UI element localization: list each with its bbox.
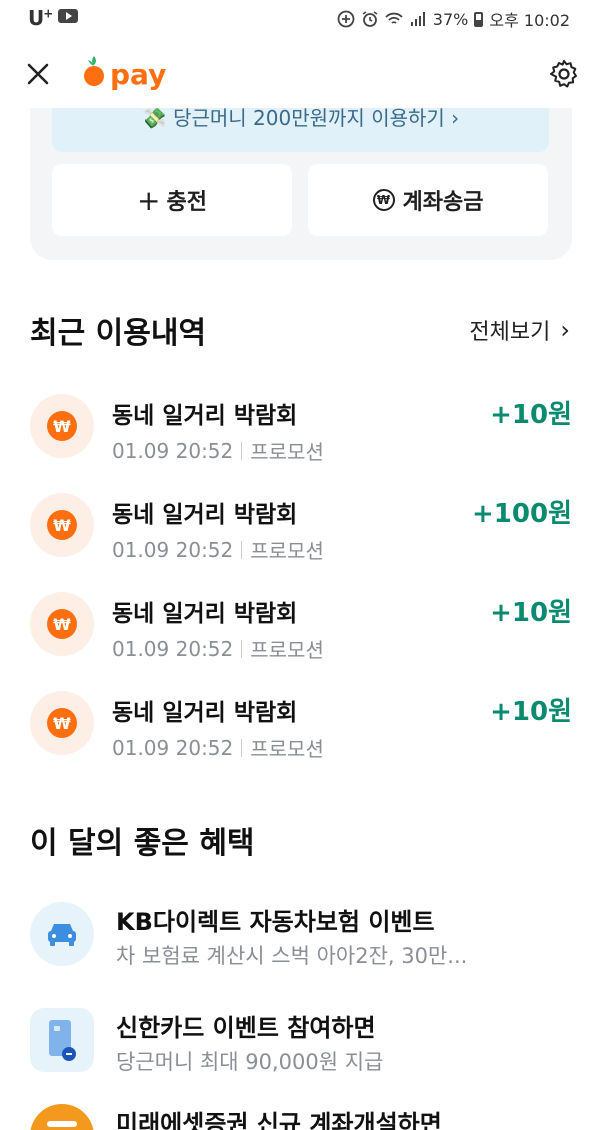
won-icon: ₩ bbox=[47, 510, 77, 540]
battery-icon bbox=[474, 11, 484, 27]
benefit-description: 당근머니 최대 90,000원 지급 bbox=[116, 1050, 384, 1074]
mirae-asset-icon bbox=[47, 1121, 77, 1127]
balance-card: 💸 당근머니 200만원까지 이용하기 › + 충전 ₩ 계좌송금 bbox=[30, 108, 572, 260]
transaction-type: 프로모션 bbox=[250, 440, 324, 464]
transaction-icon: ₩ bbox=[30, 493, 94, 557]
youtube-notification-icon bbox=[58, 9, 78, 23]
divider bbox=[241, 738, 243, 757]
transaction-meta: 01.09 20:52 프로모션 bbox=[112, 436, 324, 465]
chevron-right-icon: › bbox=[560, 316, 570, 344]
transaction-title: 동네 일거리 박람회 bbox=[112, 403, 298, 429]
transaction-meta: 01.09 20:52 프로모션 bbox=[112, 634, 324, 663]
add-circle-icon bbox=[337, 10, 355, 28]
transaction-type: 프로모션 bbox=[250, 539, 324, 563]
won-icon: ₩ bbox=[47, 411, 77, 441]
car-icon bbox=[48, 924, 76, 946]
carrier-label: U+ bbox=[28, 6, 53, 30]
signal-icon bbox=[410, 12, 425, 26]
close-icon[interactable] bbox=[22, 58, 54, 90]
plus-icon: + bbox=[137, 183, 161, 217]
transaction-date: 01.09 20:52 bbox=[112, 438, 234, 463]
benefit-item[interactable]: 신한카드 이벤트 참여하면 당근머니 최대 90,000원 지급 bbox=[0, 1002, 600, 1088]
alarm-icon bbox=[362, 11, 378, 27]
benefit-item[interactable]: KB다이렉트 자동차보험 이벤트 차 보험료 계산시 스벅 아아2잔, 30만.… bbox=[0, 896, 600, 982]
card-icon bbox=[49, 1020, 76, 1061]
won-icon: ₩ bbox=[372, 189, 395, 211]
benefits-title: 이 달의 좋은 혜택 bbox=[30, 826, 255, 861]
clock: 오후 10:02 bbox=[489, 11, 570, 30]
transaction-item[interactable]: ₩ 동네 일거리 박람회 01.09 20:52 프로모션 +10원 bbox=[0, 582, 600, 672]
transaction-item[interactable]: ₩ 동네 일거리 박람회 01.09 20:52 프로모션 +10원 bbox=[0, 384, 600, 474]
transaction-amount: +10원 bbox=[490, 697, 572, 727]
transaction-date: 01.09 20:52 bbox=[112, 735, 234, 760]
transaction-icon: ₩ bbox=[30, 691, 94, 755]
view-all-link[interactable]: 전체보기 › bbox=[469, 314, 570, 346]
charge-label: 충전 bbox=[166, 190, 207, 215]
logo-text: pay bbox=[110, 57, 167, 91]
pay-logo: pay bbox=[82, 54, 166, 92]
gear-icon[interactable] bbox=[548, 58, 580, 90]
benefit-description: 차 보험료 계산시 스벅 아아2잔, 30만... bbox=[116, 944, 468, 968]
promo-banner[interactable]: 💸 당근머니 200만원까지 이용하기 › bbox=[52, 108, 549, 152]
transaction-amount: +100원 bbox=[472, 499, 572, 529]
divider bbox=[241, 441, 243, 460]
transaction-icon: ₩ bbox=[30, 394, 94, 458]
benefit-title: 신한카드 이벤트 참여하면 bbox=[116, 1014, 376, 1042]
view-all-label: 전체보기 bbox=[469, 320, 551, 345]
battery-percent: 37% bbox=[432, 9, 469, 29]
benefit-title: 미래에셋증권 신규 계좌개설하면 bbox=[116, 1110, 442, 1130]
transaction-amount: +10원 bbox=[490, 598, 572, 628]
transaction-date: 01.09 20:52 bbox=[112, 636, 234, 661]
transaction-amount: +10원 bbox=[490, 400, 572, 430]
divider bbox=[241, 639, 243, 658]
transaction-item[interactable]: ₩ 동네 일거리 박람회 01.09 20:52 프로모션 +100원 bbox=[0, 483, 600, 573]
transaction-date: 01.09 20:52 bbox=[112, 537, 234, 562]
transfer-button[interactable]: ₩ 계좌송금 bbox=[308, 164, 548, 236]
transaction-meta: 01.09 20:52 프로모션 bbox=[112, 535, 324, 564]
recent-history-title: 최근 이용내역 bbox=[30, 316, 207, 351]
benefit-item[interactable]: 미래에셋증권 신규 계좌개설하면 bbox=[0, 1098, 600, 1130]
benefit-icon bbox=[30, 1104, 94, 1130]
transaction-title: 동네 일거리 박람회 bbox=[112, 601, 298, 627]
transaction-icon: ₩ bbox=[30, 592, 94, 656]
transfer-label: 계좌송금 bbox=[402, 190, 484, 215]
benefit-icon bbox=[30, 1008, 94, 1072]
carrot-logo-icon bbox=[84, 56, 104, 86]
divider bbox=[241, 540, 243, 559]
transaction-item[interactable]: ₩ 동네 일거리 박람회 01.09 20:52 프로모션 +10원 bbox=[0, 681, 600, 771]
transaction-title: 동네 일거리 박람회 bbox=[112, 502, 298, 528]
won-icon: ₩ bbox=[47, 708, 77, 738]
benefit-title: KB다이렉트 자동차보험 이벤트 bbox=[116, 908, 435, 936]
benefit-icon bbox=[30, 902, 94, 966]
won-icon: ₩ bbox=[47, 609, 77, 639]
transaction-title: 동네 일거리 박람회 bbox=[112, 700, 298, 726]
transaction-meta: 01.09 20:52 프로모션 bbox=[112, 733, 324, 762]
promo-text: 💸 당근머니 200만원까지 이용하기 › bbox=[141, 108, 460, 130]
app-header: pay bbox=[0, 44, 600, 108]
charge-button[interactable]: + 충전 bbox=[52, 164, 292, 236]
wifi-icon bbox=[385, 12, 403, 24]
status-right-group: 37% 오후 10:02 bbox=[337, 7, 570, 31]
status-bar: U+ 37% 오후 10:02 bbox=[0, 0, 600, 36]
transaction-type: 프로모션 bbox=[250, 638, 324, 662]
transaction-type: 프로모션 bbox=[250, 737, 324, 761]
